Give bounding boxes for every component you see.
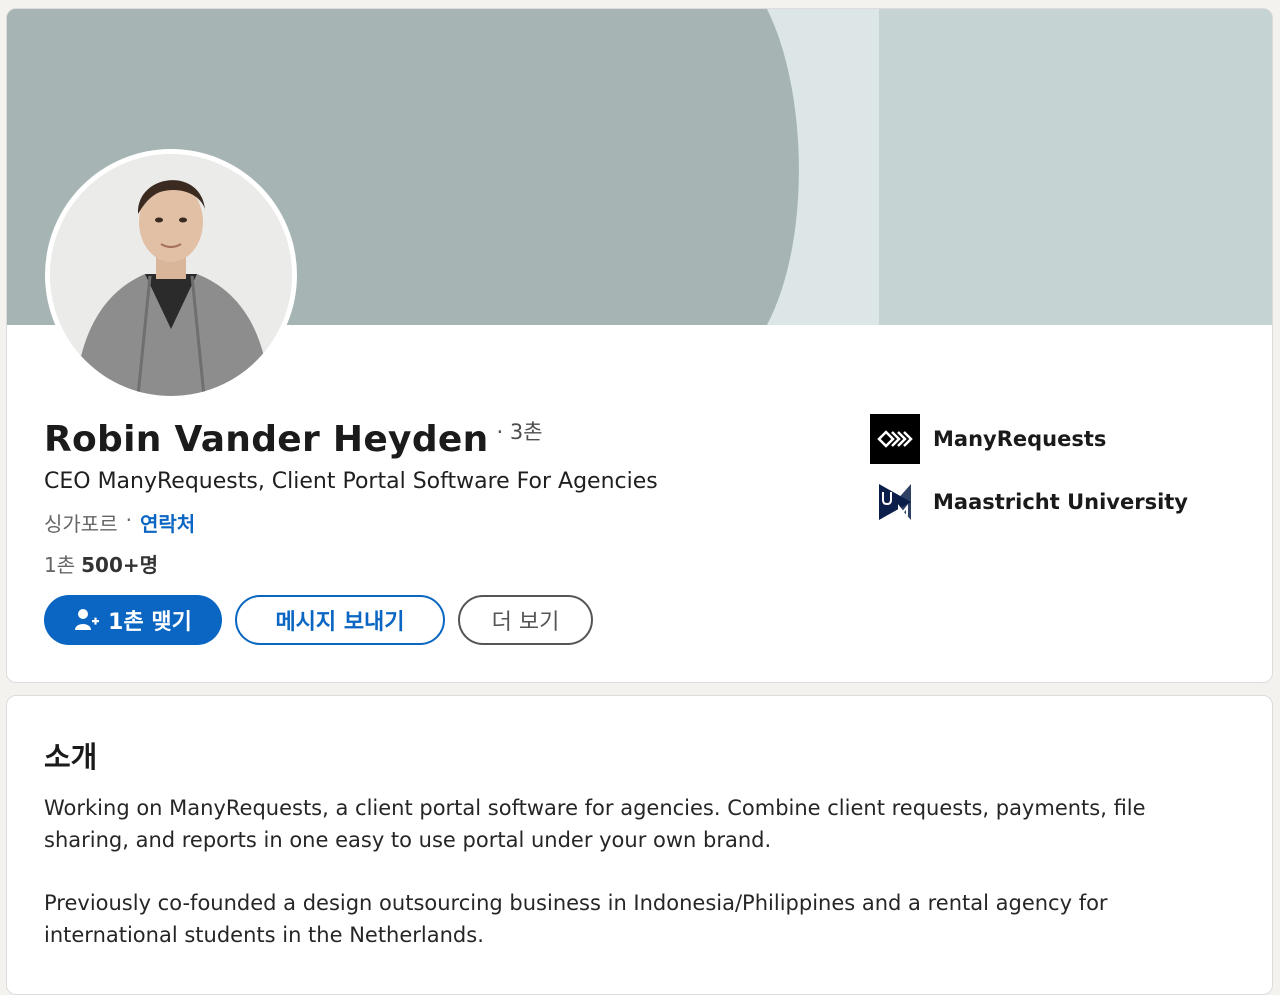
about-paragraph: Previously co-founded a design outsourci… [44,891,1108,947]
more-button-label: 더 보기 [491,610,560,635]
profile-name: Robin Vander Heyden [44,419,489,460]
connections-count: 500+명 [81,553,159,577]
connections-label: 1촌 [44,553,76,577]
profile-actions: 1촌 맺기 메시지 보내기 더 보기 [44,595,593,645]
education-item[interactable]: Maastricht University [870,476,1188,528]
about-paragraph: Working on ManyRequests, a client portal… [44,796,1146,852]
manyrequests-logo-icon [870,414,920,464]
message-button[interactable]: 메시지 보내기 [235,595,445,645]
profile-card: Robin Vander Heyden · 3촌 CEO ManyRequest… [6,8,1273,683]
name-row: Robin Vander Heyden · 3촌 [44,419,543,460]
connect-button-label: 1촌 맺기 [108,610,192,635]
add-person-icon [75,609,100,630]
connections-count-row: 1촌 500+명 [44,549,158,578]
profile-headline: CEO ManyRequests, Client Portal Software… [44,469,658,494]
profile-avatar[interactable] [45,149,297,401]
message-button-label: 메시지 보내기 [275,610,405,635]
location-row: 싱가포르 · 연락처 [44,508,195,537]
school-name: Maastricht University [933,490,1188,514]
profile-location: 싱가포르 [44,512,118,536]
contact-info-link[interactable]: 연락처 [140,508,195,537]
experience-education-list: ManyRequests Maastricht University [870,413,1188,539]
company-item[interactable]: ManyRequests [870,413,1188,465]
connection-degree: · 3촌 [496,420,543,444]
about-text: Working on ManyRequests, a client portal… [44,792,1214,982]
location-separator: · [125,508,132,532]
maastricht-university-logo-icon [870,477,920,527]
connect-button[interactable]: 1촌 맺기 [44,595,222,645]
about-card: 소개 Working on ManyRequests, a client por… [6,695,1273,995]
more-button[interactable]: 더 보기 [458,595,593,645]
company-name: ManyRequests [933,427,1107,451]
person-photo [50,154,292,396]
about-title: 소개 [44,740,98,774]
